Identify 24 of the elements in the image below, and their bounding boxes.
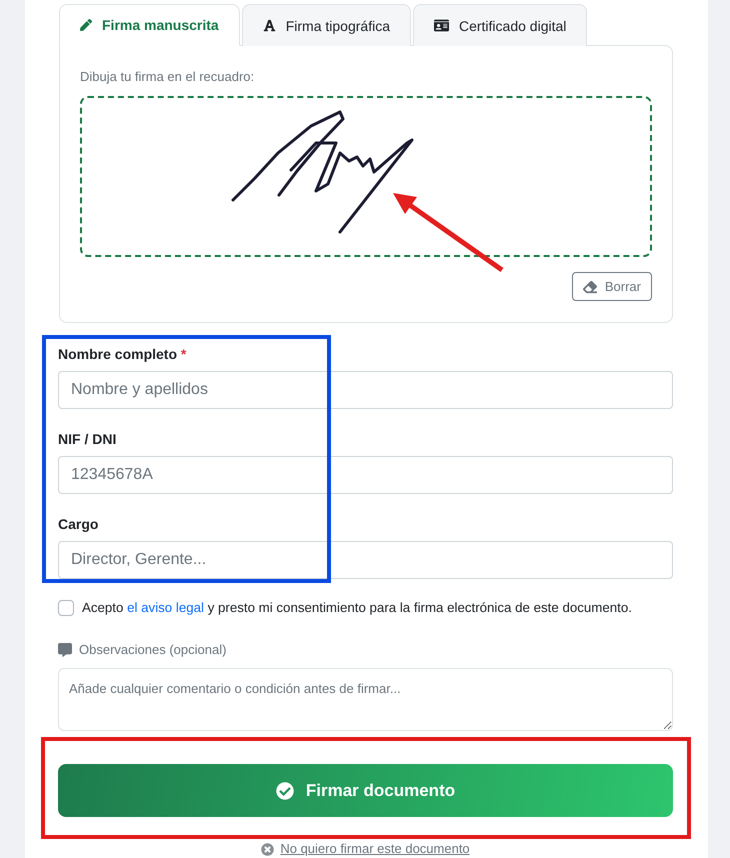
input-field[interactable]: 12345678A — [58, 456, 673, 494]
tab[interactable]: Certificado digital — [412, 4, 588, 46]
letter-a-icon — [262, 19, 276, 32]
comment-icon — [58, 643, 72, 657]
notes-label: Observaciones (opcional) — [79, 641, 226, 659]
sign-button[interactable]: Firmar documento — [58, 764, 673, 817]
input-field[interactable]: Nombre y apellidos — [58, 371, 673, 409]
id-card-icon — [434, 18, 449, 33]
signature-instruction: Dibuja tu firma en el recuadro: — [80, 68, 256, 86]
decline-link[interactable]: No quiero firmar este documento — [261, 841, 470, 857]
input-field[interactable]: Director, Gerente... — [58, 541, 673, 579]
legal-notice-link[interactable]: el aviso legal — [127, 600, 204, 615]
signature-pad[interactable] — [80, 96, 652, 257]
consent-checkbox[interactable] — [58, 600, 74, 616]
field-label: NIF / DNI — [58, 430, 118, 448]
eraser-icon — [582, 280, 597, 294]
field-label: Cargo — [58, 515, 100, 533]
clear-button[interactable]: Borrar — [572, 272, 652, 301]
field-label: Nombre completo * — [58, 345, 188, 363]
consent-text: Acepto el aviso legal y presto mi consentimiento para la firma electrónica de este documento. — [82, 599, 632, 617]
notes-field[interactable]: Añade cualquier comentario o condición antes de firmar... — [58, 668, 673, 731]
tab[interactable]: Firma tipográfica — [242, 4, 411, 46]
pencil-icon — [80, 19, 92, 31]
tab[interactable]: Firma manuscrita — [59, 4, 240, 46]
